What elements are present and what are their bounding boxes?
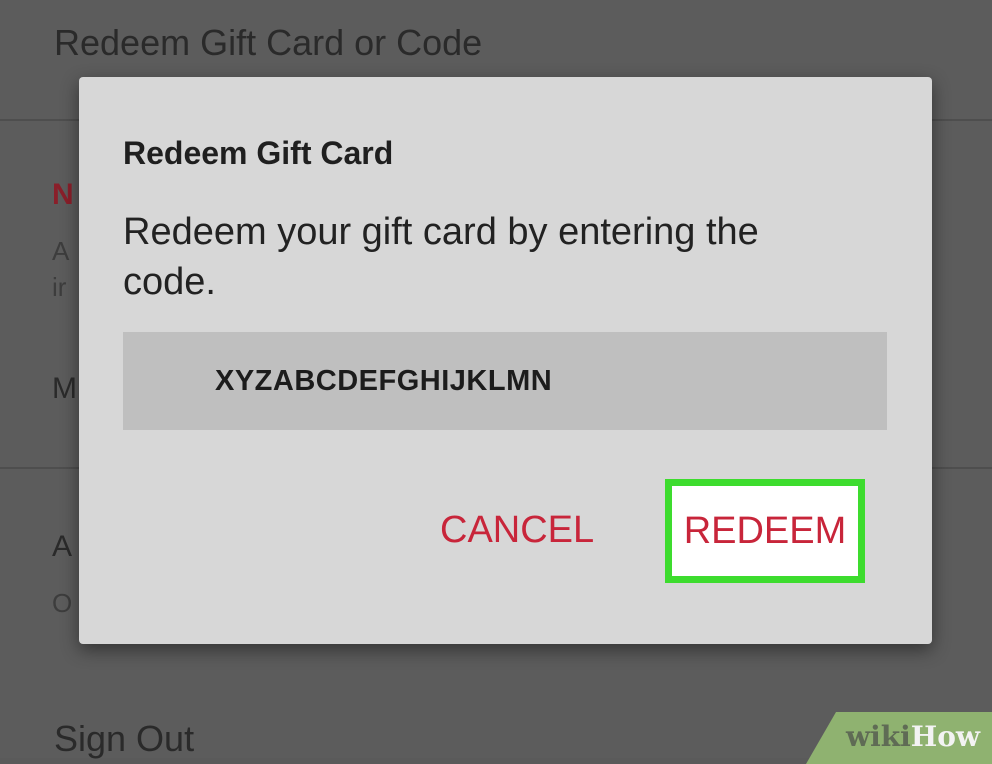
cancel-button[interactable]: CANCEL	[440, 509, 594, 552]
bg-fragment: A	[52, 236, 70, 266]
redeem-gift-card-dialog: Redeem Gift Card Redeem your gift card b…	[79, 77, 932, 644]
watermark-suffix: How	[910, 720, 981, 753]
sign-out-item[interactable]: Sign Out	[54, 718, 194, 760]
bg-fragment: A	[52, 530, 73, 563]
bg-fragment: M	[52, 372, 77, 405]
bg-fragment: N	[52, 178, 74, 211]
watermark-prefix: wiki	[846, 720, 911, 753]
redeem-button[interactable]: REDEEM	[665, 479, 865, 583]
gift-code-input[interactable]	[123, 332, 887, 430]
dialog-title: Redeem Gift Card	[123, 135, 394, 171]
bg-fragment: O	[52, 588, 73, 618]
bg-fragment: ir	[52, 272, 67, 302]
dialog-description: Redeem your gift card by entering the co…	[123, 211, 759, 303]
wikihow-watermark-logo: wikiHow	[846, 720, 980, 753]
screen-title: Redeem Gift Card or Code	[54, 22, 483, 63]
